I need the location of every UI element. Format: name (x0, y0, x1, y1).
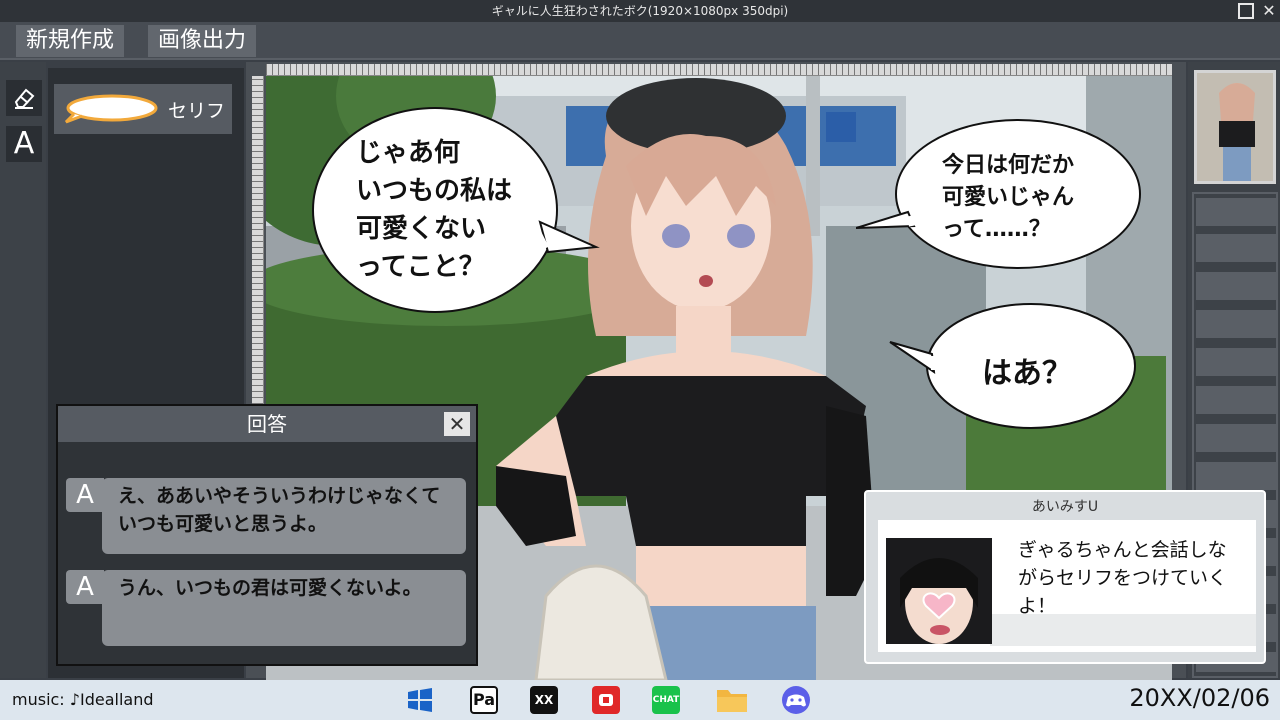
speech-tool-label: セリフ (168, 100, 226, 122)
xx-app-icon[interactable]: XX (530, 686, 558, 714)
eraser-tool[interactable] (6, 80, 42, 116)
speech-bubble-1[interactable]: じゃあ何 いつもの私は 可愛くない ってこと？ (356, 134, 512, 286)
red-app-glyph (599, 694, 613, 706)
text-tool[interactable]: A (6, 126, 42, 162)
chat-sender-name: あいみすU (1031, 499, 1099, 515)
layer-slot[interactable] (1196, 348, 1276, 376)
top-ruler (266, 64, 1172, 76)
speech-bubble-tool-item[interactable]: セリフ (54, 84, 232, 134)
eraser-icon (14, 88, 35, 109)
answer-option-2-text[interactable]: うん、いつもの君は可愛くないよ。 (102, 570, 466, 646)
avatar-image (886, 538, 992, 644)
answer-option-1-text[interactable]: え、ああいやそういうわけじゃなくて いつも可愛いと思うよ。 (102, 478, 466, 554)
answer-option-2-marker: A (66, 570, 104, 604)
window-close-button[interactable]: ✕ (1260, 2, 1278, 20)
layer-slot[interactable] (1196, 198, 1276, 226)
red-app-icon[interactable] (592, 686, 620, 714)
layer-slot[interactable] (1196, 386, 1276, 414)
menu-bar: 新規作成 画像出力 (0, 22, 1280, 60)
export-image-button[interactable]: 画像出力 (148, 25, 257, 57)
chat-message: ぎゃるちゃんと会話しな がらセリフをつけていく よ！ (878, 520, 1256, 652)
window-title: ギャルに人生狂わされたボク(1920×1080px 350dpi) (491, 4, 789, 18)
folder-glyph (717, 690, 747, 712)
page-thumbnail[interactable] (1194, 70, 1276, 184)
windows-logo (408, 688, 432, 712)
music-label: music: ♪Idealland (12, 690, 154, 709)
layer-slot[interactable] (1196, 310, 1276, 338)
date-display: 20XX/02/06 (1129, 684, 1270, 712)
layer-slot[interactable] (1196, 462, 1276, 490)
chat-message-text: ぎゃるちゃんと会話しな がらセリフをつけていく よ！ (1018, 539, 1228, 617)
game-controller-icon[interactable] (782, 686, 810, 714)
maximize-button[interactable] (1238, 3, 1254, 19)
chat-app-icon[interactable]: CHAT (652, 686, 680, 714)
taskbar: music: ♪Idealland Pa XX CHAT 20XX/02/06 (0, 680, 1280, 720)
answer-option-1-marker: A (66, 478, 104, 512)
windows-icon[interactable] (406, 686, 434, 714)
new-file-button[interactable]: 新規作成 (16, 25, 125, 57)
controller-glyph (786, 694, 806, 707)
layer-slot[interactable] (1196, 234, 1276, 262)
answer-dialog-close-button[interactable]: ✕ (444, 412, 470, 436)
pa-app-icon[interactable]: Pa (470, 686, 498, 714)
answer-dialog-title: 回答 (58, 406, 476, 442)
chat-window: あいみすU ぎゃるちゃんと会話しな がらセリフをつけていく よ！ (864, 490, 1266, 664)
thumbnail-image (1197, 73, 1273, 181)
speech-bubble-3[interactable]: はあ？ (982, 348, 1072, 392)
window-titlebar: ギャルに人生狂わされたボク(1920×1080px 350dpi) ✕ (0, 0, 1280, 22)
tool-strip: A (0, 62, 46, 678)
folder-icon[interactable] (716, 686, 747, 714)
answer-dialog: 回答 ✕ A え、ああいやそういうわけじゃなくて いつも可愛いと思うよ。 A う… (56, 404, 478, 666)
speech-bubble-icon (64, 94, 158, 124)
speech-bubble-2[interactable]: 今日は何だか 可愛いじゃん って……？ (942, 150, 1074, 246)
avatar (886, 538, 992, 644)
layer-slot[interactable] (1196, 424, 1276, 452)
layer-slot[interactable] (1196, 272, 1276, 300)
